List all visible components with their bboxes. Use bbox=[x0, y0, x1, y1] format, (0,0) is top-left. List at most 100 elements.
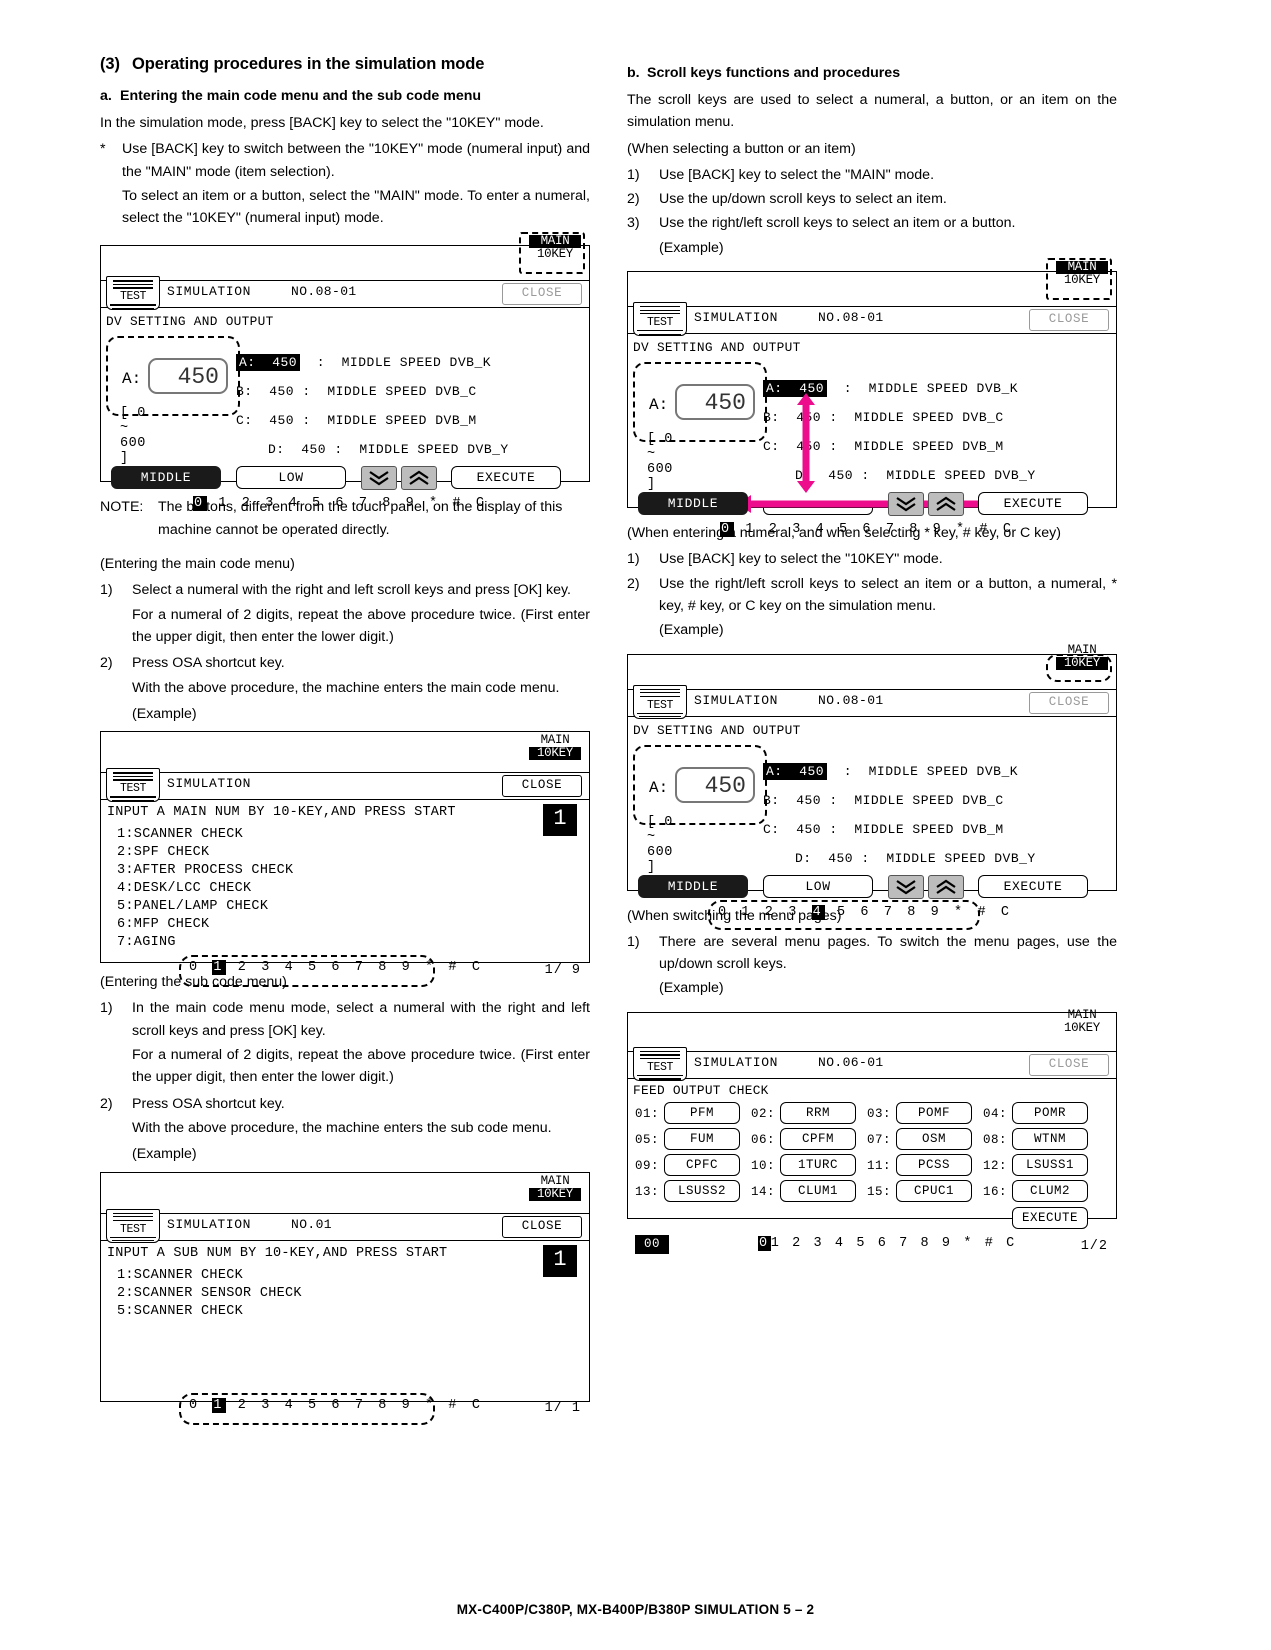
setting-row-3[interactable]: D: 450 : MIDDLE SPEED DVB_Y bbox=[795, 851, 1036, 866]
menu-item-5[interactable]: 6:MFP CHECK bbox=[117, 917, 209, 932]
mode-indicator-main[interactable]: MAIN 10KEY bbox=[1056, 261, 1108, 287]
menu-item-1[interactable]: 2:SPF CHECK bbox=[117, 845, 209, 860]
setting-row-2[interactable]: C: 450 : MIDDLE SPEED DVB_M bbox=[763, 822, 1004, 837]
close-button[interactable]: CLOSE bbox=[502, 1215, 582, 1238]
right-step-2-marker: 2) bbox=[627, 191, 640, 208]
keypad-keys-before[interactable]: 0 1 2 3 bbox=[718, 905, 812, 920]
mode-indicator[interactable]: MAIN 10KEY bbox=[1056, 1008, 1108, 1035]
mode-indicator-10key[interactable]: MAIN 10KEY bbox=[1056, 643, 1108, 670]
close-button[interactable]: CLOSE bbox=[502, 775, 582, 798]
scroll-down-button[interactable] bbox=[888, 874, 924, 899]
feed-button-1[interactable]: RRM bbox=[780, 1101, 856, 1124]
keypad-key-0[interactable]: 0 bbox=[758, 1235, 771, 1251]
feed-button-6[interactable]: OSM bbox=[896, 1127, 972, 1150]
setting-row-3[interactable]: D: 450 : MIDDLE SPEED DVB_Y bbox=[268, 442, 509, 457]
feed-button-13[interactable]: CLUM1 bbox=[780, 1179, 856, 1202]
keypad-key-0[interactable]: 0 bbox=[189, 1398, 212, 1413]
keypad-keys-rest[interactable]: 5 6 7 8 9 * # C bbox=[825, 905, 1012, 920]
feed-button-4[interactable]: FUM bbox=[664, 1127, 740, 1150]
close-button[interactable]: CLOSE bbox=[1029, 691, 1109, 714]
menu-item-2[interactable]: 3:AFTER PROCESS CHECK bbox=[117, 863, 293, 878]
keypad-key-0[interactable]: 0 bbox=[720, 522, 734, 538]
close-button[interactable]: CLOSE bbox=[1029, 1053, 1109, 1076]
button-low[interactable]: LOW bbox=[763, 874, 873, 898]
feed-button-8[interactable]: CPFC bbox=[664, 1153, 740, 1176]
scroll-up-button[interactable] bbox=[928, 492, 964, 517]
button-low[interactable]: LOW bbox=[236, 466, 346, 490]
close-button[interactable]: CLOSE bbox=[502, 283, 582, 306]
keypad-keys-rest[interactable]: 2 3 4 5 6 7 8 9 * # C bbox=[226, 1398, 483, 1413]
keypad-keys-rest[interactable]: 1 2 3 4 5 6 7 8 9 * # C bbox=[207, 496, 488, 511]
right-step-3-text: Use the right/left scroll keys to select… bbox=[659, 215, 1016, 232]
keypad-key-selected[interactable]: 4 bbox=[811, 904, 826, 920]
menu-item-2[interactable]: 5:SCANNER CHECK bbox=[117, 1304, 243, 1319]
main-step-1-marker: 1) bbox=[100, 582, 113, 599]
mode-indicator-10key[interactable]: MAIN 10KEY bbox=[529, 734, 581, 761]
menu-item-4[interactable]: 5:PANEL/LAMP CHECK bbox=[117, 899, 268, 914]
numeric-keypad[interactable]: 0 1 2 3 4 5 6 7 8 9 * # C bbox=[718, 904, 1013, 920]
setting-row-0[interactable]: A: 450 : MIDDLE SPEED DVB_K bbox=[763, 762, 1018, 780]
setting-row-1[interactable]: B: 450 : MIDDLE SPEED DVB_C bbox=[763, 793, 1004, 808]
screen-title: DV SETTING AND OUTPUT bbox=[633, 722, 801, 738]
keypad-key-0[interactable]: 0 bbox=[193, 496, 207, 512]
feed-button-10[interactable]: PCSS bbox=[896, 1153, 972, 1176]
menu-item-0[interactable]: 1:SCANNER CHECK bbox=[117, 827, 243, 842]
keypad-key-selected[interactable]: 1 bbox=[212, 960, 227, 976]
numeric-input-value[interactable]: 450 bbox=[675, 766, 755, 803]
numeric-keypad[interactable]: 0 1 2 3 4 5 6 7 8 9 * # C bbox=[193, 496, 488, 512]
menu-item-6[interactable]: 7:AGING bbox=[117, 935, 176, 950]
feed-button-14[interactable]: CPUC1 bbox=[896, 1179, 972, 1202]
star-text: Use [BACK] key to switch between the "10… bbox=[122, 141, 590, 180]
button-middle[interactable]: MIDDLE bbox=[638, 492, 748, 516]
feed-index-3: 04: bbox=[983, 1106, 1008, 1121]
numeric-keypad[interactable]: 0 1 2 3 4 5 6 7 8 9 * # C bbox=[189, 1397, 484, 1413]
numeric-keypad[interactable]: 0 1 2 3 4 5 6 7 8 9 * # C bbox=[189, 960, 484, 976]
mode-indicator-10key[interactable]: MAIN 10KEY bbox=[529, 1174, 581, 1201]
setting-row-2[interactable]: C: 450 : MIDDLE SPEED DVB_M bbox=[236, 413, 477, 428]
keypad-keys-rest[interactable]: 1 2 3 4 5 6 7 8 9 * # C bbox=[771, 1236, 1017, 1251]
close-button[interactable]: CLOSE bbox=[1029, 309, 1109, 332]
screen-title: DV SETTING AND OUTPUT bbox=[633, 340, 801, 356]
feed-button-9[interactable]: 1TURC bbox=[780, 1153, 856, 1176]
menu-item-3[interactable]: 4:DESK/LCC CHECK bbox=[117, 881, 251, 896]
keypad-key-0[interactable]: 0 bbox=[189, 960, 212, 975]
scroll-down-button[interactable] bbox=[888, 492, 924, 517]
feed-button-5[interactable]: CPFM bbox=[780, 1127, 856, 1150]
scroll-up-button[interactable] bbox=[401, 466, 437, 491]
setting-row-1[interactable]: B: 450 : MIDDLE SPEED DVB_C bbox=[236, 384, 477, 399]
button-execute[interactable]: EXECUTE bbox=[451, 466, 561, 490]
numeric-input-value[interactable]: 450 bbox=[675, 384, 755, 421]
lcd-simulation-label: SIMULATION bbox=[694, 1054, 779, 1070]
numeric-input-value[interactable]: 450 bbox=[148, 358, 228, 395]
feed-button-3[interactable]: POMR bbox=[1012, 1101, 1088, 1124]
numeric-input-range: [ 0 ~ 600 ] bbox=[120, 406, 146, 467]
keypad-keys-rest[interactable]: 1 2 3 4 5 6 7 8 9 * # C bbox=[734, 522, 1015, 537]
button-execute[interactable]: EXECUTE bbox=[1012, 1206, 1088, 1229]
numeric-keypad[interactable]: 0 1 2 3 4 5 6 7 8 9 * # C bbox=[720, 522, 1015, 538]
feed-button-12[interactable]: LSUSS2 bbox=[664, 1179, 740, 1202]
feed-button-0[interactable]: PFM bbox=[664, 1101, 740, 1124]
setting-row-3[interactable]: D: 450 : MIDDLE SPEED DVB_Y bbox=[795, 468, 1036, 483]
keypad-key-selected[interactable]: 1 bbox=[212, 1397, 227, 1413]
button-middle[interactable]: MIDDLE bbox=[111, 466, 221, 490]
feed-button-7[interactable]: WTNM bbox=[1012, 1127, 1088, 1150]
menu-item-1[interactable]: 2:SCANNER SENSOR CHECK bbox=[117, 1286, 302, 1301]
mode-indicator-main[interactable]: MAIN 10KEY bbox=[529, 235, 581, 261]
button-execute[interactable]: EXECUTE bbox=[978, 874, 1088, 898]
note-marker: NOTE: bbox=[100, 499, 144, 516]
feed-button-15[interactable]: CLUM2 bbox=[1012, 1179, 1088, 1202]
feed-button-2[interactable]: POMF bbox=[896, 1101, 972, 1124]
keypad-keys-rest[interactable]: 2 3 4 5 6 7 8 9 * # C bbox=[226, 960, 483, 975]
menu-item-0[interactable]: 1:SCANNER CHECK bbox=[117, 1268, 243, 1283]
button-middle[interactable]: MIDDLE bbox=[638, 874, 748, 898]
right3-step-1-marker: 1) bbox=[627, 933, 640, 950]
lcd-panel-sub-code-menu: MAIN 10KEY TEST SIMULATION NO.01 CLOSE I… bbox=[100, 1171, 590, 1425]
feed-button-11[interactable]: LSUSS1 bbox=[1012, 1153, 1088, 1176]
lcd-panel-dv-setting-2: MAIN 10KEY TEST SIMULATION NO.08-01 CLOS… bbox=[627, 258, 1117, 538]
setting-row-0-keyvalue: A: 450 bbox=[763, 762, 828, 780]
scroll-down-button[interactable] bbox=[361, 466, 397, 491]
setting-row-0[interactable]: A: 450 : MIDDLE SPEED DVB_K bbox=[236, 354, 491, 372]
button-execute[interactable]: EXECUTE bbox=[978, 492, 1088, 516]
scroll-up-button[interactable] bbox=[928, 874, 964, 899]
numeric-keypad[interactable]: 01 2 3 4 5 6 7 8 9 * # C bbox=[758, 1235, 1017, 1251]
